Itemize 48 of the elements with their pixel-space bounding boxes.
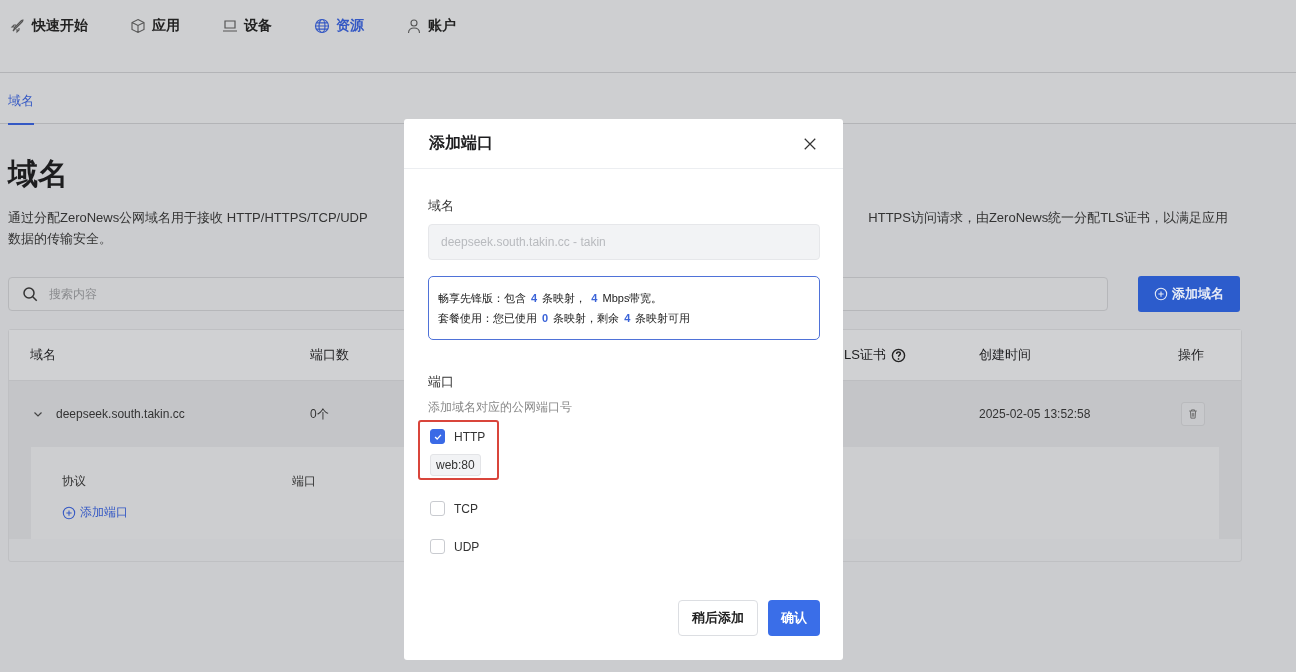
column-header: 操作 [1178,346,1204,364]
plan-info-text: 畅享先锋版：包含 4 条映射， 4 Mbps带宽。 [438,291,664,306]
search-icon [22,286,38,302]
rocket-icon [10,18,26,34]
page-title: 域名 [8,156,69,192]
column-header: LS证书 [844,346,886,364]
table-cell: deepseek.south.takin.cc [56,407,185,421]
laptop-icon [222,18,238,34]
confirm-button[interactable]: 确认 [768,600,820,636]
column-header: 域名 [30,346,56,364]
description-text: HTTPS访问请求，由ZeroNews统一分配TLS证书，以满足应用 [868,209,1228,227]
description-text: 通过分配ZeroNews公网域名用于接收 HTTP/HTTPS/TCP/UDP [8,209,368,227]
field-label: 域名 [428,197,455,215]
description-text: 数据的传输安全。 [8,230,112,248]
plus-circle-icon [62,505,76,520]
column-header: 端口 [292,473,316,490]
nav-item[interactable]: 资源 [314,17,364,35]
cube-icon [130,18,146,34]
user-icon [406,18,422,34]
port-tag: web:80 [430,454,481,476]
table-cell: 0个 [310,406,329,421]
checkbox[interactable] [430,429,445,444]
checkbox-label: TCP [454,501,478,516]
checkbox[interactable] [430,539,445,554]
checkbox-label: HTTP [454,429,486,444]
column-header: 协议 [62,473,87,490]
dialog-title: 添加端口 [429,133,493,153]
add-port-link[interactable]: 添加端口 [62,504,128,521]
trash-icon [1187,408,1199,420]
nav-item[interactable]: 设备 [222,17,272,35]
help-icon[interactable] [890,347,906,363]
close-icon [803,136,817,151]
nav-item[interactable]: 快速开始 [10,17,88,35]
nav-item[interactable]: 应用 [130,17,180,35]
later-button[interactable]: 稍后添加 [678,600,758,636]
nav-item[interactable]: 账户 [406,17,456,35]
checkbox[interactable] [430,501,445,516]
tab[interactable]: 域名 [8,73,34,125]
checkbox-label: UDP [454,539,480,554]
table-cell: 2025-02-05 13:52:58 [979,407,1091,421]
plan-info-text: 套餐使用：您已使用 0 条映射，剩余 4 条映射可用 [438,311,692,326]
column-header: 端口数 [310,346,349,364]
add-domain-button[interactable]: 添加域名 [1138,276,1240,312]
globe-icon [314,18,330,34]
plus-circle-icon [1154,287,1168,301]
field-label: 端口 [428,373,455,391]
column-header: 创建时间 [979,346,1031,364]
hint-text: 添加域名对应的公网端口号 [428,399,573,416]
